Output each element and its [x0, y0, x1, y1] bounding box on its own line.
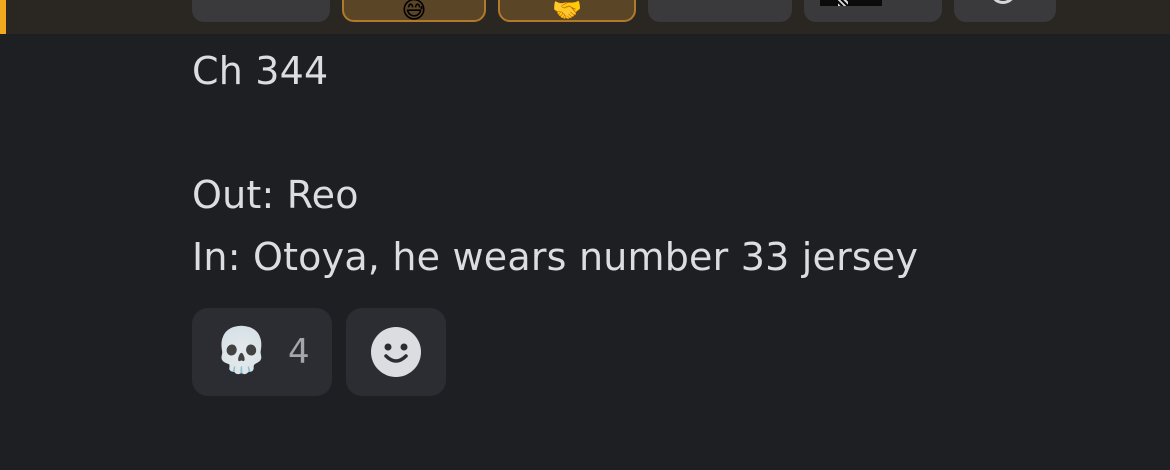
- emoji-reaction-icon: 🤝: [552, 0, 582, 22]
- message-line-blank: [192, 102, 918, 164]
- reaction-pill[interactable]: [804, 0, 942, 22]
- mention-highlight-bar: [0, 0, 6, 34]
- emoji-reaction-icon: [990, 0, 1016, 4]
- reaction-pill[interactable]: [192, 0, 330, 22]
- emoji-reaction-icon: 😅: [401, 0, 427, 22]
- skull-reaction-button[interactable]: 💀 4: [192, 308, 332, 396]
- message-line: In: Otoya, he wears number 33 jersey: [192, 235, 919, 279]
- previous-message-reactions: 😅 🤝: [0, 0, 1170, 34]
- reaction-count: 4: [288, 332, 310, 372]
- chat-view: 😅 🤝 Ch 344 Out: Reo In: Otoya, he wears …: [0, 0, 1170, 470]
- add-reaction-icon: [371, 327, 421, 377]
- reaction-pill[interactable]: [954, 0, 1056, 22]
- reaction-pill-active[interactable]: 😅: [342, 0, 486, 22]
- message-line: Out: Reo: [192, 173, 359, 217]
- skull-icon: 💀: [214, 325, 269, 376]
- reaction-pill-active[interactable]: 🤝: [498, 0, 636, 22]
- reaction-pill[interactable]: [648, 0, 792, 22]
- image-reaction-icon: [820, 0, 882, 6]
- add-reaction-button[interactable]: [346, 308, 446, 396]
- message-content: Ch 344 Out: Reo In: Otoya, he wears numb…: [192, 40, 918, 288]
- message-line: Ch 344: [192, 49, 329, 93]
